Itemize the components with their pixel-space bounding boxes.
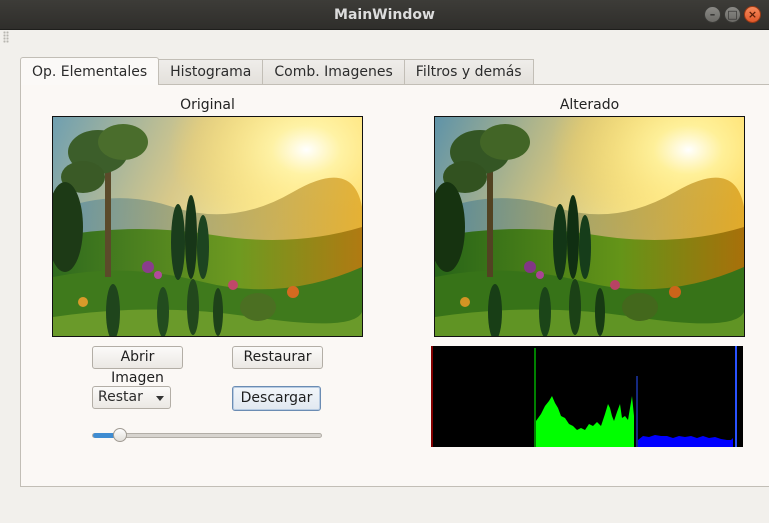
altered-image-label: Alterado xyxy=(559,97,620,113)
histogram xyxy=(431,346,743,447)
tab-histograma[interactable]: Histograma xyxy=(158,59,264,85)
tab-op-elementales[interactable]: Op. Elementales xyxy=(20,57,160,85)
chevron-down-icon xyxy=(156,396,164,401)
landscape-image xyxy=(53,117,362,336)
download-button[interactable]: Descargar xyxy=(232,386,321,411)
window-titlebar: MainWindow – □ × xyxy=(0,0,769,30)
landscape-image-altered xyxy=(435,117,744,336)
status-bar xyxy=(0,488,769,523)
slider[interactable] xyxy=(92,428,322,442)
histogram-blue-channel xyxy=(638,435,733,447)
operation-combo[interactable]: Restar xyxy=(92,386,171,409)
restore-button[interactable]: Restaurar xyxy=(232,346,323,369)
altered-image xyxy=(434,116,745,337)
operation-combo-value: Restar xyxy=(98,389,143,405)
minimize-icon[interactable]: – xyxy=(704,6,721,23)
window-title: MainWindow xyxy=(334,7,435,23)
original-image-label: Original xyxy=(180,97,235,113)
tab-filtros[interactable]: Filtros y demás xyxy=(403,59,534,85)
slider-handle[interactable] xyxy=(113,428,127,442)
histogram-plot xyxy=(431,346,737,447)
window-controls: – □ × xyxy=(704,6,761,23)
tab-comb-imagenes[interactable]: Comb. Imagenes xyxy=(262,59,405,85)
original-image xyxy=(52,116,363,337)
toolbar-grip-icon[interactable] xyxy=(3,31,9,43)
close-icon[interactable]: × xyxy=(744,6,761,23)
maximize-icon[interactable]: □ xyxy=(724,6,741,23)
tab-bar: Op. Elementales Histograma Comb. Imagene… xyxy=(20,57,534,85)
open-image-button[interactable]: Abrir Imagen xyxy=(92,346,183,386)
histogram-green-channel xyxy=(536,396,634,447)
